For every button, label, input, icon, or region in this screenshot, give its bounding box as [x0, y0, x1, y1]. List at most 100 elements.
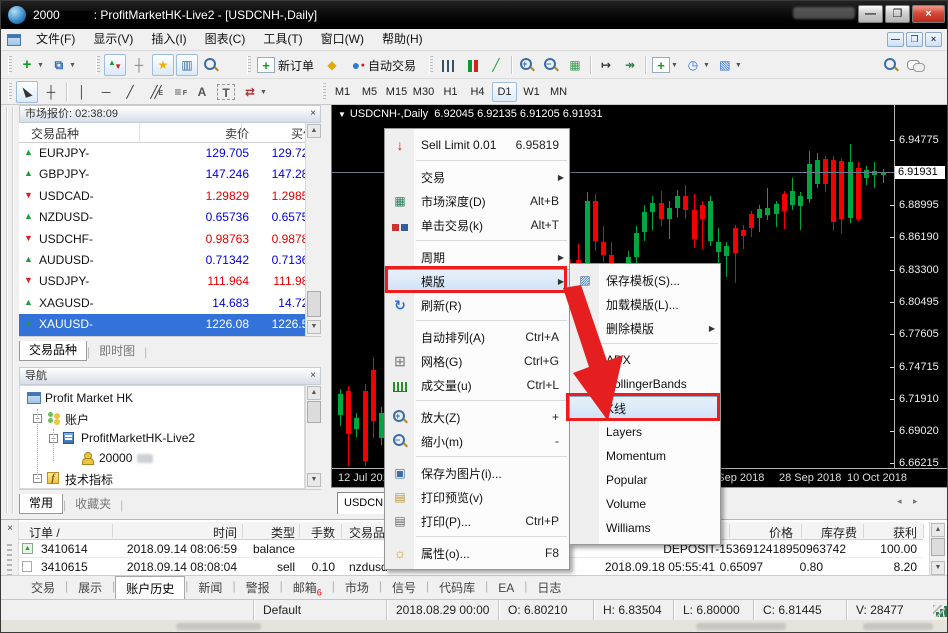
context-menu-交易[interactable]: 交易▶ [385, 165, 569, 189]
context-menu-放大-z-[interactable]: +放大(Z)+ [385, 405, 569, 429]
fibonacci-button[interactable] [167, 81, 189, 103]
toolbar-grip[interactable] [96, 56, 100, 74]
zoom-in-button[interactable]: + [516, 54, 538, 76]
scroll-down-icon[interactable]: ▼ [931, 561, 945, 575]
market-watch-row[interactable]: ▲XAUUSD-1226.081226.55 [19, 314, 305, 335]
menubar-item[interactable]: 帮助(H) [373, 29, 432, 50]
market-watch-button[interactable] [104, 54, 126, 76]
bar-chart-button[interactable] [437, 54, 459, 76]
template-submenu-layers[interactable]: Layers [570, 420, 720, 444]
mdi-close-button[interactable]: × [925, 32, 942, 47]
candlestick-chart-button[interactable] [461, 54, 483, 76]
context-menu-打印预览-v-[interactable]: 打印预览(v) [385, 485, 569, 509]
context-menu-sell-limit-0-01[interactable]: Sell Limit 0.016.95819 [385, 133, 569, 157]
chart-shift-button[interactable] [595, 54, 617, 76]
text-label-button[interactable] [215, 81, 237, 103]
tile-windows-button[interactable] [564, 54, 586, 76]
timeframe-d1[interactable]: D1 [492, 82, 517, 102]
market-watch-row[interactable]: ▼USDJPY-111.964111.982 [19, 271, 305, 292]
navigator-scrollbar[interactable]: ▲ ▼ [305, 385, 321, 489]
context-menu-打印-p-[interactable]: 打印(P)...Ctrl+P [385, 509, 569, 533]
template-submenu-保存模板-s-[interactable]: 保存模板(S)... [570, 268, 720, 292]
cursor-button[interactable] [16, 81, 38, 103]
context-menu-属性-o-[interactable]: 属性(o)...F8 [385, 541, 569, 565]
menubar-item[interactable]: 窗口(W) [312, 29, 373, 50]
tab-scroll-left-icon[interactable]: ◂ [897, 496, 902, 507]
trendline-button[interactable] [119, 81, 141, 103]
timeframe-mn[interactable]: MN [546, 82, 571, 102]
autotrading-button[interactable]: 自动交易 [345, 54, 421, 76]
text-button[interactable] [191, 81, 213, 103]
scroll-down-icon[interactable]: ▼ [307, 473, 321, 487]
terminal-tab-日志[interactable]: 日志 [527, 576, 571, 599]
navigator-item--[interactable]: −技术指标 [19, 469, 299, 489]
market-watch-scrollbar[interactable]: ▲ ▼ [305, 123, 321, 336]
context-menu-保存为图片-i-[interactable]: 保存为图片(i)... [385, 461, 569, 485]
terminal-tab-邮箱[interactable]: 邮箱6 [283, 576, 332, 599]
auto-scroll-button[interactable] [619, 54, 641, 76]
dropdown-caret-icon[interactable]: ▼ [703, 62, 710, 69]
title-bar[interactable]: 2000: ProfitMarketHK-Live2 - [USDCNH-,Da… [1, 1, 948, 29]
terminal-tab-展示[interactable]: 展示 [68, 576, 112, 599]
tab-scroll-right-icon[interactable]: ▸ [913, 496, 918, 507]
template-submenu-bollingerbands[interactable]: BollingerBands [570, 372, 720, 396]
scroll-up-icon[interactable]: ▲ [307, 124, 321, 138]
scroll-up-icon[interactable]: ▲ [307, 386, 321, 400]
navigator-item-20000[interactable]: 20000 [19, 449, 299, 469]
menubar-item[interactable]: 显示(V) [84, 29, 142, 50]
terminal-tab-警报[interactable]: 警报 [236, 576, 280, 599]
menubar-item[interactable]: 工具(T) [254, 29, 311, 50]
arrows-button[interactable]: ▼ [239, 81, 269, 103]
timeframe-m1[interactable]: M1 [330, 82, 355, 102]
timeframe-h4[interactable]: H4 [465, 82, 490, 102]
template-submenu-momentum[interactable]: Momentum [570, 444, 720, 468]
menubar-item[interactable]: 插入(I) [142, 29, 195, 50]
market-watch-row[interactable]: ▲XAGUSD-14.68314.723 [19, 293, 305, 314]
mdi-restore-button[interactable]: ❐ [906, 32, 923, 47]
template-submenu-k线[interactable]: K线 [570, 396, 720, 420]
chat-button[interactable] [904, 54, 926, 76]
dropdown-caret-icon[interactable]: ▼ [69, 62, 76, 69]
scroll-down-icon[interactable]: ▼ [307, 320, 321, 334]
timeframe-w1[interactable]: W1 [519, 82, 544, 102]
market-watch-row[interactable]: ▼USDCAD-1.298291.29852 [19, 186, 305, 207]
terminal-tab-代码库[interactable]: 代码库 [429, 576, 485, 599]
terminal-tab-账户历史[interactable]: 账户历史 [115, 576, 185, 599]
navigator-tab-0[interactable]: 常用 [19, 494, 63, 514]
dropdown-caret-icon[interactable]: ▼ [37, 62, 44, 69]
equidistant-channel-button[interactable] [143, 81, 165, 103]
periods-button[interactable]: ▼ [682, 54, 712, 76]
template-submenu-williams[interactable]: Williams [570, 516, 720, 540]
template-submenu-加载模版-l-[interactable]: 加载模版(L)... [570, 292, 720, 316]
toolbar-grip[interactable] [429, 56, 433, 74]
terminal-button[interactable] [176, 54, 198, 76]
menubar-item[interactable]: 图表(C) [196, 29, 255, 50]
market-watch-close-icon[interactable]: × [307, 108, 319, 120]
terminal-scrollbar[interactable]: ▲ ▼ [929, 522, 945, 576]
close-button[interactable]: × [912, 5, 945, 23]
navigator-close-icon[interactable]: × [307, 370, 319, 382]
template-submenu-adx[interactable]: ADX [570, 348, 720, 372]
market-watch-row[interactable]: ▲EURJPY-129.705129.727 [19, 143, 305, 164]
scroll-up-icon[interactable]: ▲ [931, 523, 945, 537]
terminal-tab-交易[interactable]: 交易 [21, 576, 65, 599]
vertical-line-button[interactable] [71, 81, 93, 103]
context-menu-网格-g-[interactable]: 网格(G)Ctrl+G [385, 349, 569, 373]
terminal-close-icon[interactable]: × [4, 523, 16, 535]
template-submenu-volume[interactable]: Volume [570, 492, 720, 516]
metaeditor-button[interactable] [321, 54, 343, 76]
navigator-item--[interactable]: −账户 [19, 409, 299, 429]
context-menu-市场深度-d-[interactable]: 市场深度(D)Alt+B [385, 189, 569, 213]
context-menu-成交量-u-[interactable]: 成交量(u)Ctrl+L [385, 373, 569, 397]
navigator-tab-1[interactable]: 收藏夹 [66, 495, 120, 514]
navigator-title[interactable]: 导航 [19, 367, 321, 385]
market-watch-row[interactable]: ▲NZDUSD-0.657360.65757 [19, 207, 305, 228]
mdi-minimize-button[interactable]: — [887, 32, 904, 47]
timeframe-m30[interactable]: M30 [411, 82, 436, 102]
toolbar-grip[interactable] [322, 83, 326, 101]
minimize-button[interactable]: — [858, 5, 883, 23]
zoom-out-button[interactable]: − [540, 54, 562, 76]
navigator-item-profitmarkethk-live2[interactable]: −ProfitMarketHK-Live2 [19, 429, 299, 449]
crosshair-button[interactable] [40, 81, 62, 103]
timeframe-h1[interactable]: H1 [438, 82, 463, 102]
